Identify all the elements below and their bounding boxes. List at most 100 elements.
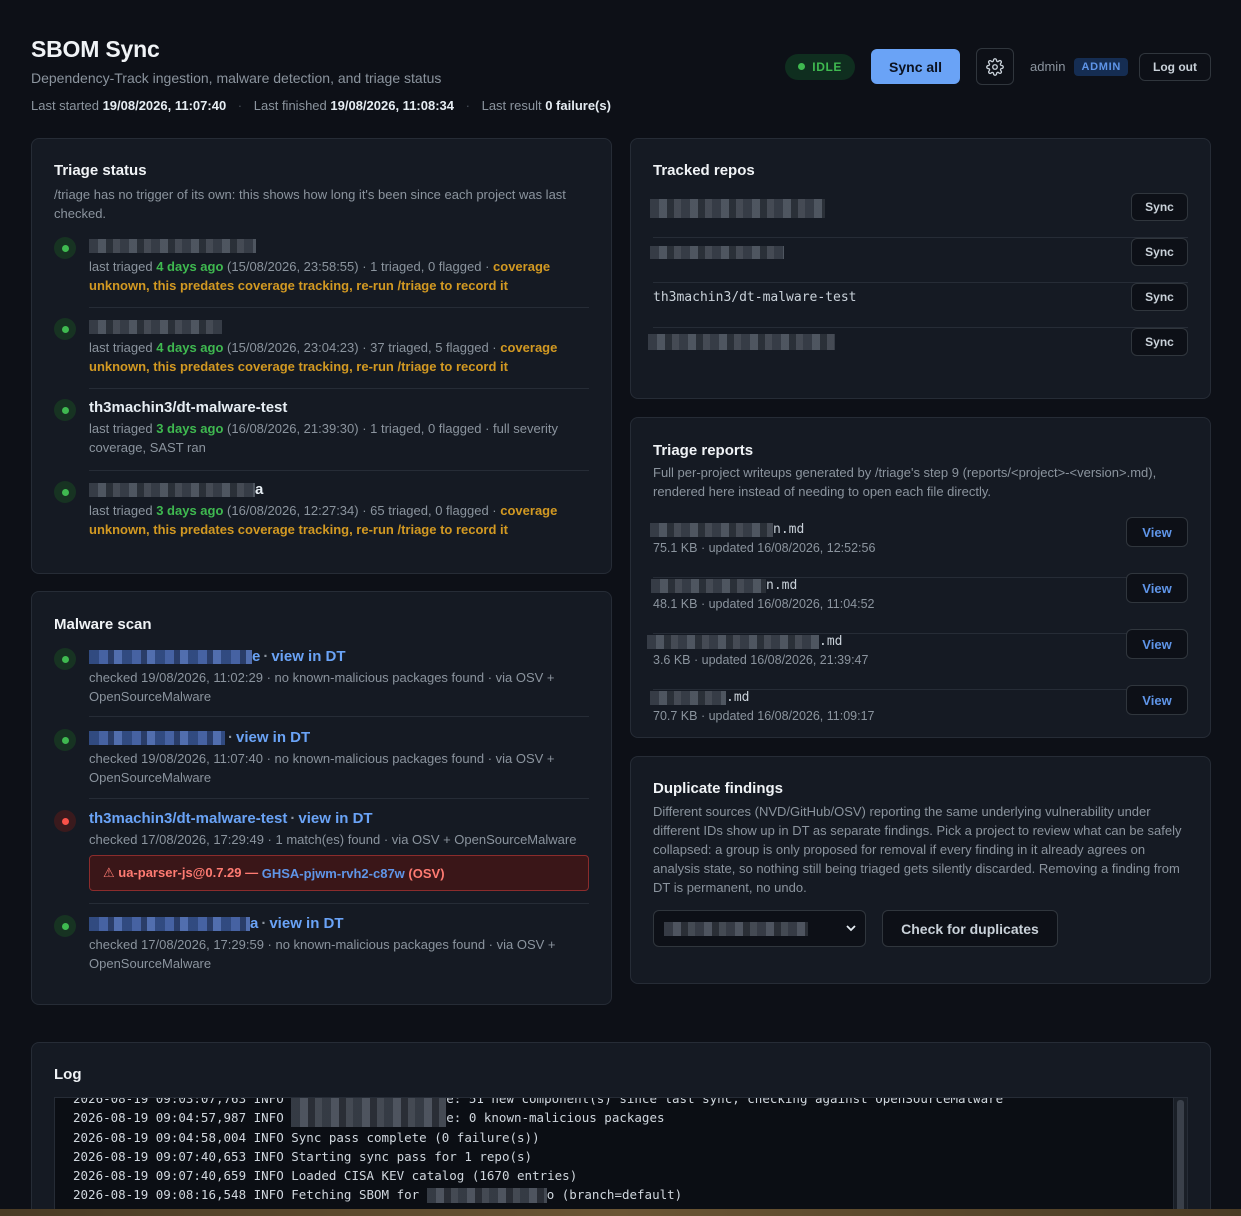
view-in-dt-link[interactable]: view in DT — [298, 810, 372, 827]
card-title: Log — [54, 1066, 82, 1083]
status-text: IDLE — [812, 59, 843, 74]
status-ok-icon — [54, 318, 76, 340]
gear-icon — [986, 57, 1004, 76]
report-meta: 3.6 KB · updated 16/08/2026, 21:39:47 — [653, 653, 869, 667]
status-ok-icon — [54, 648, 76, 670]
repo-row: Sync — [648, 328, 1188, 373]
report-row: .md 3.6 KB · updated 16/08/2026, 21:39:4… — [647, 629, 1188, 690]
report-file-name: n.md — [650, 522, 804, 537]
repo-name: th3machin3/dt-malware-test — [653, 290, 857, 305]
status-ok-icon — [54, 237, 76, 259]
redacted-selected-project — [664, 922, 808, 936]
project-select[interactable] — [653, 910, 866, 947]
log-line: 2026-08-19 09:04:57,987 INFO e: 0 known-… — [73, 1108, 665, 1128]
duplicate-findings-card: Duplicate findings Different sources (NV… — [630, 756, 1211, 984]
redacted-project-name — [89, 320, 222, 335]
sync-all-button[interactable]: Sync all — [871, 49, 961, 84]
report-file-name: .md — [650, 690, 749, 705]
triage-meta: last triaged 3 days ago (16/08/2026, 21:… — [89, 421, 559, 455]
triage-meta: last triaged 4 days ago (15/08/2026, 23:… — [89, 340, 558, 374]
log-line: 2026-08-19 09:03:07,763 INFO e: 51 new c… — [73, 1098, 1003, 1108]
log-card: Log 2026-08-19 09:03:07,763 INFO e: 51 n… — [31, 1042, 1211, 1216]
report-row: n.md 48.1 KB · updated 16/08/2026, 11:04… — [651, 573, 1188, 634]
view-report-button[interactable]: View — [1126, 517, 1188, 547]
report-row: n.md 75.1 KB · updated 16/08/2026, 12:52… — [650, 517, 1188, 578]
repo-sync-button[interactable]: Sync — [1131, 283, 1188, 311]
view-in-dt-link[interactable]: view in DT — [271, 648, 345, 665]
project-link[interactable]: th3machin3/dt-malware-test — [89, 810, 287, 827]
triage-reports-card: Triage reports Full per-project writeups… — [630, 417, 1211, 738]
log-line: 2026-08-19 09:08:16,548 INFO Fetching SB… — [73, 1187, 683, 1204]
redacted-project-link[interactable] — [89, 731, 225, 746]
malware-meta: checked 17/08/2026, 17:29:49 · 1 match(e… — [89, 832, 577, 847]
repo-row: Sync — [650, 238, 1188, 283]
sync-summary: Last started 19/08/2026, 11:07:40 · Last… — [31, 98, 611, 113]
triage-meta: last triaged 4 days ago (15/08/2026, 23:… — [89, 259, 551, 293]
repo-sync-button[interactable]: Sync — [1131, 238, 1188, 266]
log-output[interactable]: 2026-08-19 09:03:07,763 INFO e: 51 new c… — [54, 1097, 1188, 1216]
report-meta: 75.1 KB · updated 16/08/2026, 12:52:56 — [653, 541, 876, 555]
report-meta: 70.7 KB · updated 16/08/2026, 11:09:17 — [653, 709, 875, 723]
logout-button[interactable]: Log out — [1139, 52, 1211, 81]
report-file-name: n.md — [651, 578, 797, 593]
last-finished-value: 19/08/2026, 11:08:34 — [330, 98, 454, 113]
card-description: Different sources (NVD/GitHub/OSV) repor… — [653, 804, 1182, 895]
project-name: th3machin3/dt-malware-test — [89, 399, 288, 416]
malware-meta: checked 19/08/2026, 11:02:29 · no known-… — [89, 670, 555, 704]
view-in-dt-link[interactable]: view in DT — [236, 729, 310, 746]
card-title: Tracked repos — [653, 162, 755, 179]
card-description: /triage has no trigger of its own: this … — [54, 187, 566, 221]
status-badge: IDLE — [785, 53, 856, 80]
role-badge: ADMIN — [1074, 57, 1128, 76]
redacted-project-name — [89, 239, 256, 254]
log-scrollbar[interactable] — [1173, 1098, 1187, 1216]
malware-meta: checked 19/08/2026, 11:07:40 · no known-… — [89, 751, 555, 785]
card-title: Duplicate findings — [653, 780, 784, 797]
chevron-down-icon — [846, 925, 856, 932]
repo-sync-button[interactable]: Sync — [1131, 193, 1188, 221]
log-line: 2026-08-19 09:04:58,004 INFO Sync pass c… — [73, 1129, 540, 1145]
redacted-project-name — [89, 483, 255, 498]
last-result-value: 0 failure(s) — [545, 98, 611, 113]
status-ok-icon — [54, 729, 76, 751]
check-duplicates-button[interactable]: Check for duplicates — [882, 910, 1058, 947]
last-result-label: Last result — [481, 98, 542, 113]
view-report-button[interactable]: View — [1126, 573, 1188, 603]
report-file-name: .md — [647, 634, 842, 649]
page-header: SBOM Sync Dependency-Track ingestion, ma… — [31, 36, 1211, 116]
redacted-project-link[interactable] — [89, 650, 252, 665]
triage-status-card: Triage status /triage has no trigger of … — [31, 138, 612, 574]
alert-package: ⚠ ua-parser-js@0.7.29 — — [103, 865, 259, 880]
view-report-button[interactable]: View — [1126, 629, 1188, 659]
alert-source: (OSV) — [408, 865, 445, 881]
last-started-value: 19/08/2026, 11:07:40 — [102, 98, 227, 113]
redacted-project-link[interactable] — [89, 917, 250, 932]
view-report-button[interactable]: View — [1126, 685, 1188, 715]
settings-button[interactable] — [976, 48, 1015, 85]
repo-row: th3machin3/dt-malware-test Sync — [653, 283, 1188, 328]
report-row: .md 70.7 KB · updated 16/08/2026, 11:09:… — [650, 685, 1188, 730]
window-edge — [0, 1209, 1241, 1216]
status-ok-icon — [54, 399, 76, 421]
last-started-label: Last started — [31, 98, 99, 113]
report-meta: 48.1 KB · updated 16/08/2026, 11:04:52 — [653, 597, 875, 611]
redacted-repo-name — [648, 334, 835, 350]
triage-meta: last triaged 3 days ago (16/08/2026, 12:… — [89, 503, 558, 537]
card-title: Triage reports — [653, 442, 754, 459]
status-ok-icon — [54, 915, 76, 937]
malware-scan-card: Malware scan e · view in DT checked 19/08/… — [31, 591, 612, 1005]
card-title: Triage status — [54, 162, 147, 179]
malware-meta: checked 17/08/2026, 17:29:59 · no known-… — [89, 937, 556, 971]
repo-sync-button[interactable]: Sync — [1131, 328, 1188, 356]
tracked-repos-card: Tracked repos Sync Sync th3machin3/dt-ma… — [630, 138, 1211, 399]
redacted-repo-name — [650, 199, 825, 218]
card-description: Full per-project writeups generated by /… — [653, 465, 1157, 499]
card-title: Malware scan — [54, 616, 152, 633]
log-line: 2026-08-19 09:07:40,653 INFO Starting sy… — [73, 1148, 533, 1164]
user-name: admin — [1030, 59, 1066, 74]
ghsa-link[interactable]: GHSA-pjwm-rvh2-c87w — [262, 866, 405, 881]
status-error-icon — [54, 810, 76, 832]
malware-alert: ⚠ ua-parser-js@0.7.29 — GHSA-pjwm-rvh2-c… — [89, 855, 589, 891]
redacted-repo-name — [650, 246, 784, 259]
view-in-dt-link[interactable]: view in DT — [269, 915, 343, 932]
